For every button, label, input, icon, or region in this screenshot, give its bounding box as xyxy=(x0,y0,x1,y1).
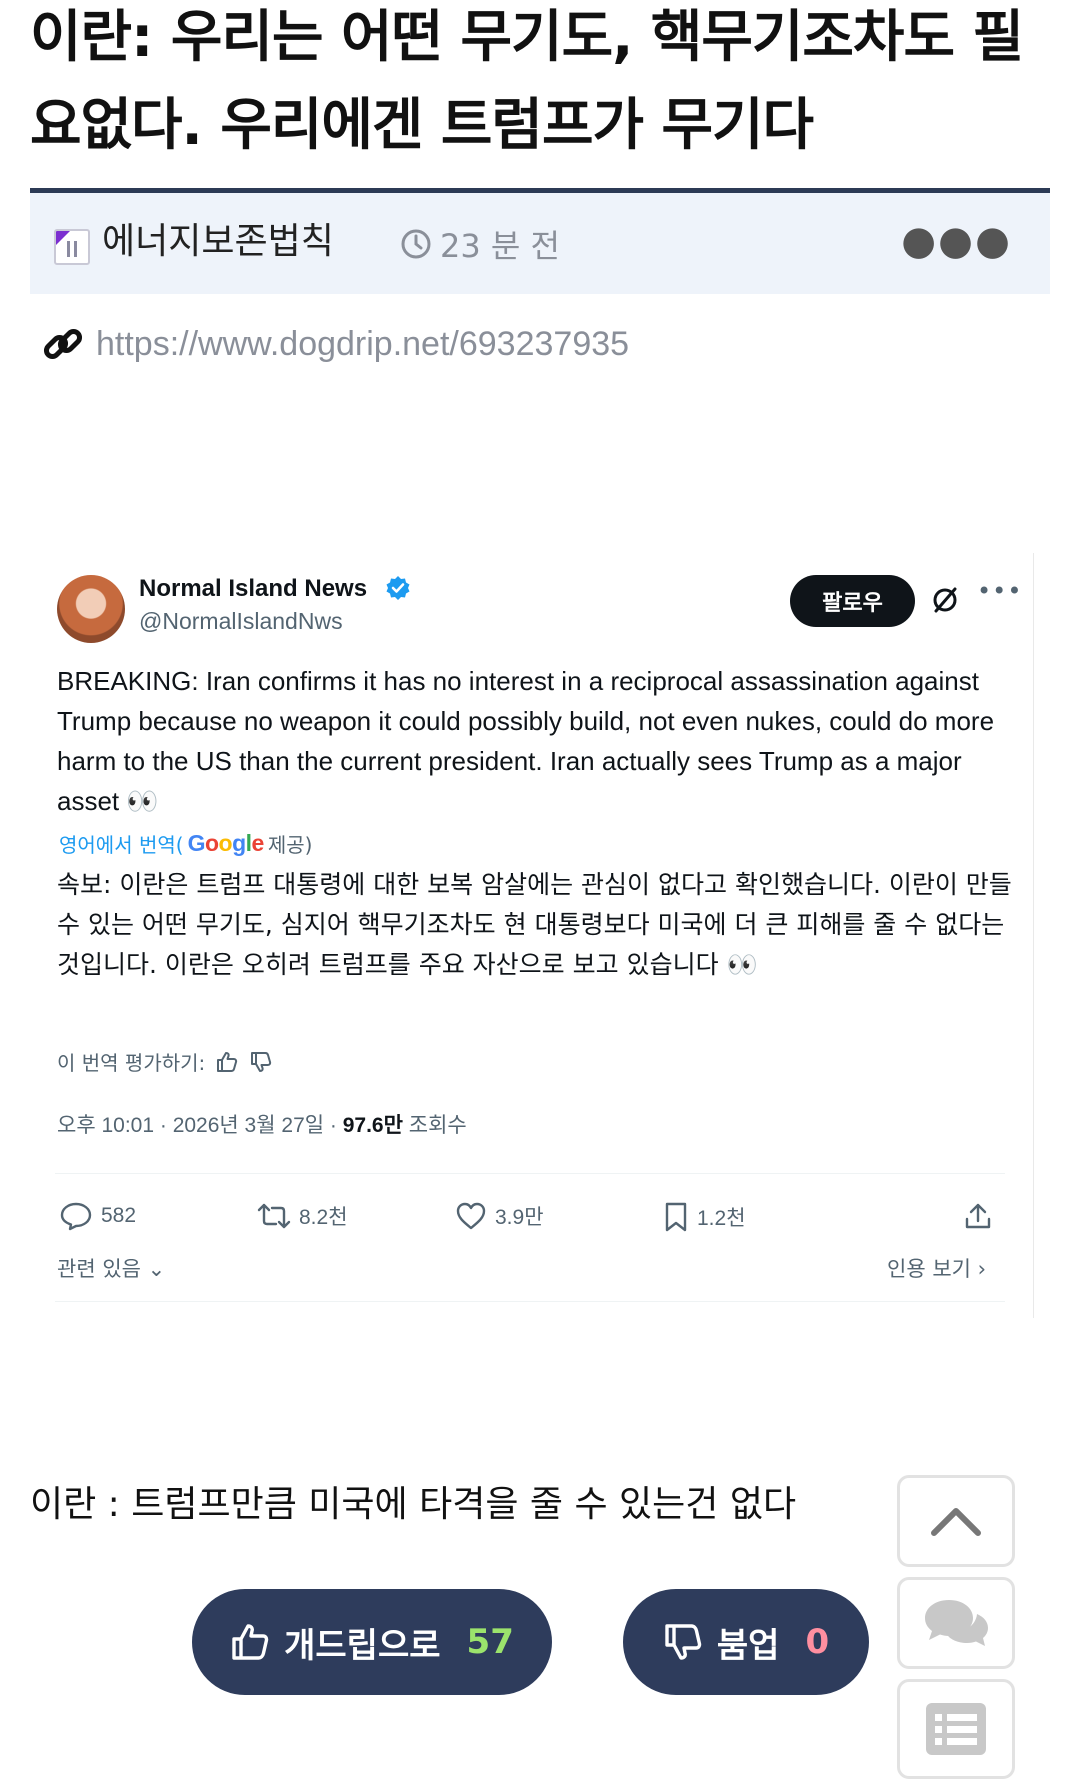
author-name[interactable]: 에너지보존법칙 xyxy=(102,217,334,267)
scroll-top-button[interactable] xyxy=(897,1475,1015,1567)
bookmark-count: 1.2천 xyxy=(697,1207,746,1230)
tweet-body-en: BREAKING: Iran confirms it has no intere… xyxy=(57,666,995,816)
quotes-label: 인용 보기 xyxy=(887,1257,971,1281)
translation-notice[interactable]: 영어에서 번역( Google 제공) xyxy=(59,829,312,858)
thumbs-down-icon xyxy=(665,1624,702,1660)
google-logo: Google xyxy=(187,830,265,856)
list-button[interactable] xyxy=(897,1679,1015,1779)
avatar[interactable] xyxy=(57,575,125,643)
rate-translation: 이 번역 평가하기: xyxy=(57,1047,273,1076)
like-action[interactable]: 3.9만 xyxy=(455,1201,544,1231)
post-meta-bar: 에너지보존법칙 23 분 전 ●●● xyxy=(30,188,1050,294)
view-quotes-link[interactable]: 인용 보기 › xyxy=(887,1253,986,1283)
translate-prefix: 영어에서 번역( xyxy=(59,833,184,857)
tweet-date[interactable]: 오후 10:01 · 2026년 3월 27일 · 97.6만 조회수 xyxy=(57,1109,467,1139)
views-count: 97.6만 xyxy=(342,1114,403,1137)
post-title: 이란: 우리는 어떤 무기도, 핵무기조차도 필요없다. 우리에겐 트럼프가 무… xyxy=(30,5,1024,158)
retweet-action[interactable]: 8.2천 xyxy=(257,1201,348,1231)
reply-icon xyxy=(60,1202,92,1231)
retweet-count: 8.2천 xyxy=(299,1206,348,1229)
thumbs-up-icon[interactable] xyxy=(215,1050,239,1074)
tweet-handle[interactable]: @NormalIslandNws xyxy=(139,608,343,635)
grok-icon[interactable] xyxy=(930,585,960,615)
bookmark-action[interactable]: 1.2천 xyxy=(663,1201,746,1233)
upvote-label: 개드립으로 xyxy=(284,1625,441,1666)
post-time: 23 분 전 xyxy=(400,219,560,269)
thumbs-down-icon[interactable] xyxy=(249,1050,273,1074)
retweet-icon xyxy=(257,1203,291,1229)
like-count: 3.9만 xyxy=(495,1206,544,1229)
link-icon xyxy=(43,328,83,360)
url-row[interactable]: https://www.dogdrip.net/693237935 xyxy=(42,316,629,372)
like-icon xyxy=(456,1202,486,1230)
related-dropdown[interactable]: 관련 있음 ⌄ xyxy=(57,1253,165,1283)
comments-button[interactable] xyxy=(897,1577,1015,1669)
downvote-count: 0 xyxy=(805,1622,830,1662)
post-caption: 이란 : 트럼프만큼 미국에 타격을 줄 수 있는건 없다 xyxy=(30,1484,797,1525)
thumbs-up-icon xyxy=(232,1624,269,1660)
downvote-button[interactable]: 붐업 0 xyxy=(623,1589,869,1695)
rate-label: 이 번역 평가하기: xyxy=(57,1051,206,1075)
more-options-icon[interactable]: ●●● xyxy=(901,221,1012,261)
views-label: 조회수 xyxy=(402,1114,467,1137)
related-label: 관련 있음 xyxy=(57,1257,141,1281)
upvote-button[interactable]: 개드립으로 57 xyxy=(192,1589,552,1695)
share-action[interactable] xyxy=(963,1201,993,1231)
chevron-down-icon: ⌄ xyxy=(147,1257,166,1281)
share-icon xyxy=(965,1203,991,1229)
divider xyxy=(55,1301,1005,1302)
post-url[interactable]: https://www.dogdrip.net/693237935 xyxy=(96,325,629,364)
verified-icon xyxy=(386,576,410,600)
arrow-up-icon xyxy=(931,1508,981,1536)
time-ago: 23 분 전 xyxy=(440,227,560,265)
clock-icon xyxy=(401,229,431,259)
tweet-more-icon[interactable]: ••• xyxy=(977,577,1022,605)
bookmark-icon xyxy=(665,1202,687,1232)
translate-suffix: 제공) xyxy=(267,833,313,857)
upvote-count: 57 xyxy=(466,1622,514,1662)
reply-count: 582 xyxy=(101,1204,137,1227)
author-level-icon xyxy=(54,229,90,265)
reply-action[interactable]: 582 xyxy=(59,1201,136,1231)
comments-icon xyxy=(925,1600,988,1646)
chevron-right-icon: › xyxy=(977,1257,987,1281)
date-text: 오후 10:01 · 2026년 3월 27일 · xyxy=(57,1114,343,1137)
tweet-body-ko: 속보: 이란은 트럼프 대통령에 대한 보복 암살에는 관심이 없다고 확인했습… xyxy=(57,870,1012,979)
follow-button[interactable]: 팔로우 xyxy=(790,575,915,627)
downvote-label: 붐업 xyxy=(716,1625,780,1666)
divider xyxy=(55,1173,1005,1174)
tweet-author-name[interactable]: Normal Island News xyxy=(139,575,367,603)
embedded-tweet: Normal Island News @NormalIslandNws 팔로우 … xyxy=(55,553,1034,1318)
list-icon xyxy=(926,1703,986,1755)
